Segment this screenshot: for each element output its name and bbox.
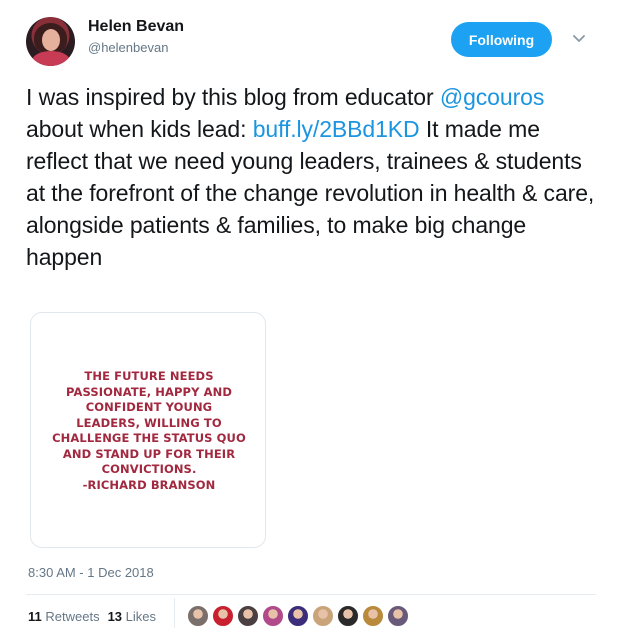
author-avatar[interactable] <box>26 17 75 66</box>
likes-stat[interactable]: 13 Likes <box>108 609 156 624</box>
quote-line: PASSIONATE, HAPPY AND <box>66 384 232 399</box>
retweets-count: 11 <box>28 609 42 624</box>
tweet-card: Helen Bevan @helenbevan Following I was … <box>0 0 622 635</box>
retweets-label: Retweets <box>45 609 100 624</box>
likes-count: 13 <box>107 609 123 624</box>
quote-line: -RICHARD BRANSON <box>82 477 216 492</box>
quote-line: LEADERS, WILLING TO <box>76 415 222 430</box>
quote-line: AND STAND UP FOR THEIR <box>62 446 236 461</box>
quote-line: THE FUTURE NEEDS <box>84 369 214 383</box>
following-button[interactable]: Following <box>451 22 552 57</box>
liker-avatar[interactable] <box>312 605 334 627</box>
retweets-stat[interactable]: 11 Retweets <box>28 609 100 624</box>
url-link[interactable]: buff.ly/2BBd1KD <box>253 116 420 142</box>
tweet-text-part: I was inspired by this blog from educato… <box>26 84 440 110</box>
liker-avatar[interactable] <box>187 605 209 627</box>
liker-avatar[interactable] <box>287 605 309 627</box>
engagement-stats: 11 Retweets 13 Likes <box>28 609 156 624</box>
mention-link[interactable]: @gcouros <box>440 84 544 110</box>
divider <box>26 594 596 595</box>
liker-avatar[interactable] <box>262 605 284 627</box>
tweet-text-part: about when kids lead: <box>26 116 253 142</box>
quote-line: CONFIDENT YOUNG <box>85 400 213 414</box>
author-screen-name[interactable]: @helenbevan <box>88 40 168 55</box>
avatar-shirt <box>32 51 70 66</box>
liker-avatar[interactable] <box>387 605 409 627</box>
tweet-text: I was inspired by this blog from educato… <box>26 81 596 273</box>
stats-separator <box>174 598 175 628</box>
liker-avatar[interactable] <box>362 605 384 627</box>
liker-avatar[interactable] <box>237 605 259 627</box>
tweet-timestamp[interactable]: 8:30 AM - 1 Dec 2018 <box>28 565 154 580</box>
chevron-down-icon[interactable] <box>570 30 588 48</box>
likes-label: Likes <box>125 609 157 624</box>
quote-line: CHALLENGE THE STATUS QUO <box>52 431 246 445</box>
liker-avatar[interactable] <box>212 605 234 627</box>
quote-text: THE FUTURE NEEDS PASSIONATE, HAPPY AND C… <box>31 369 265 493</box>
liker-avatar[interactable] <box>337 605 359 627</box>
quote-line: CONVICTIONS. <box>101 462 197 476</box>
avatar-face <box>42 29 60 51</box>
author-display-name[interactable]: Helen Bevan <box>88 18 184 36</box>
liker-avatars <box>187 605 409 627</box>
tweet-image[interactable]: THE FUTURE NEEDS PASSIONATE, HAPPY AND C… <box>30 312 266 548</box>
